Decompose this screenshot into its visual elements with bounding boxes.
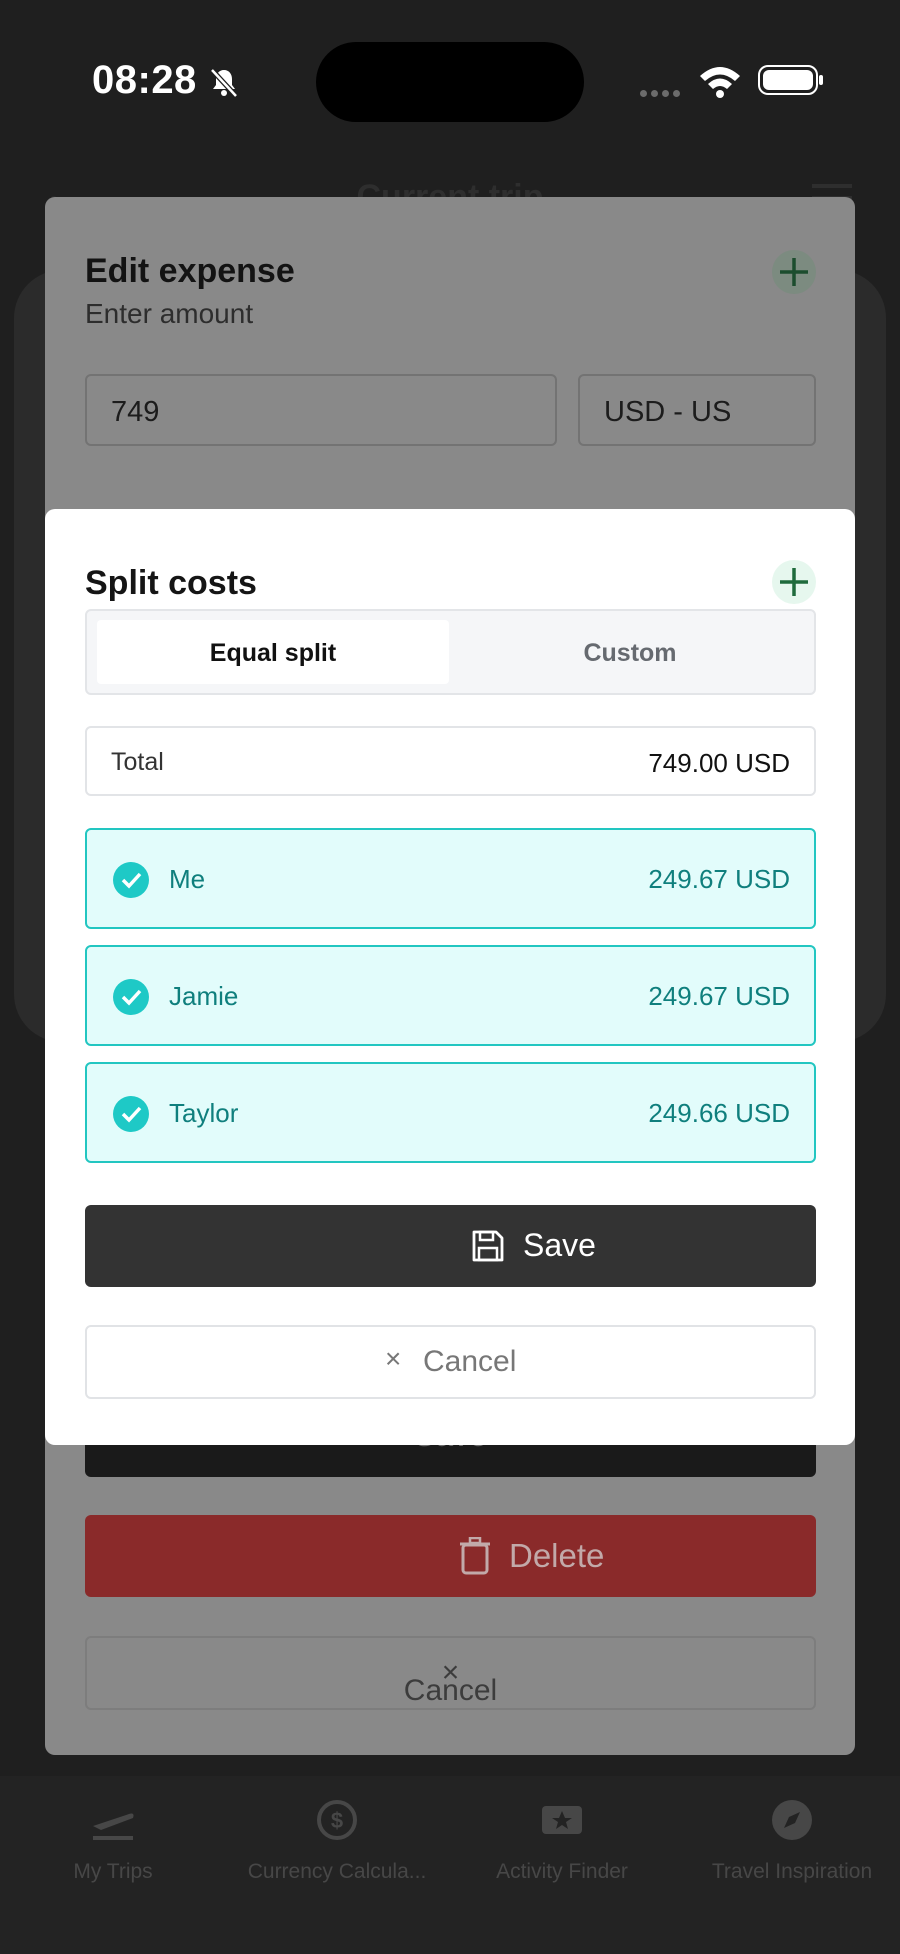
split-person-me[interactable]: Me 249.67 USD [85, 828, 816, 929]
battery-icon [758, 65, 823, 95]
nav-label: Currency Calcula... [247, 1860, 427, 1883]
nav-my-trips[interactable]: My Trips [48, 1796, 178, 1884]
total-row: Total 749.00 USD [85, 726, 816, 796]
person-amount: 249.67 USD [648, 981, 790, 1011]
cancel-button[interactable]: × Cancel [85, 1325, 816, 1399]
amount-input[interactable]: 749 [85, 374, 557, 446]
dynamic-island [316, 42, 584, 122]
status-time: 08:28 [92, 58, 197, 102]
close-icon: × [385, 1343, 402, 1374]
currency-value: USD - US [604, 396, 732, 428]
split-mode-segmented-control: Equal split Custom [85, 609, 816, 695]
bell-muted-icon [210, 68, 238, 98]
bottom-nav: My Trips $ Currency Calcula... Activity … [0, 1776, 900, 1954]
check-circle-icon [113, 979, 149, 1015]
nav-activity-finder[interactable]: Activity Finder [482, 1796, 642, 1884]
trash-icon [460, 1537, 490, 1575]
delete-label: Delete [509, 1537, 605, 1574]
nav-label: Travel Inspiration [711, 1860, 873, 1883]
split-person-jamie[interactable]: Jamie 249.67 USD [85, 945, 816, 1046]
compass-icon [772, 1800, 812, 1840]
nav-travel-inspiration[interactable]: Travel Inspiration [692, 1796, 892, 1884]
edit-expense-subtitle: Enter amount [85, 298, 254, 329]
nav-label: Activity Finder [496, 1860, 628, 1883]
tab-equal-split-label[interactable]: Equal split [97, 639, 449, 668]
amount-value: 749 [111, 396, 160, 428]
person-amount: 249.67 USD [648, 864, 790, 894]
add-icon[interactable] [772, 560, 816, 604]
save-button[interactable]: Save [85, 1205, 816, 1287]
total-value: 749.00 USD [648, 748, 790, 778]
wifi-icon [700, 67, 740, 98]
person-name: Jamie [169, 981, 239, 1011]
currency-exchange-icon: $ [317, 1800, 357, 1840]
svg-text:$: $ [331, 1808, 343, 1833]
edit-cancel-label: × Cancel [403, 1656, 498, 1707]
plane-departure-icon [93, 1813, 134, 1840]
edit-cancel-button[interactable]: × Cancel [85, 1636, 816, 1710]
person-amount: 249.66 USD [648, 1098, 790, 1128]
save-label: Save [523, 1227, 596, 1263]
cellular-signal-icon [640, 84, 684, 102]
check-circle-icon [113, 862, 149, 898]
check-circle-icon [113, 1096, 149, 1132]
currency-select[interactable]: USD - US [578, 374, 816, 446]
tab-custom[interactable]: Custom [454, 639, 806, 668]
split-person-taylor[interactable]: Taylor 249.66 USD [85, 1062, 816, 1163]
edit-expense-title: Edit expense [85, 252, 295, 290]
cancel-label: Cancel [423, 1345, 517, 1378]
nav-label: My Trips [73, 1860, 153, 1883]
total-label: Total [111, 748, 164, 776]
ticket-star-icon [542, 1806, 582, 1834]
floppy-disk-icon [472, 1230, 504, 1262]
split-costs-title: Split costs [85, 564, 257, 602]
delete-button[interactable]: Delete [85, 1515, 816, 1597]
person-name: Me [169, 864, 206, 894]
nav-currency-calculator[interactable]: $ Currency Calcula... [232, 1796, 442, 1884]
person-name: Taylor [169, 1098, 239, 1128]
add-icon[interactable] [772, 250, 816, 294]
